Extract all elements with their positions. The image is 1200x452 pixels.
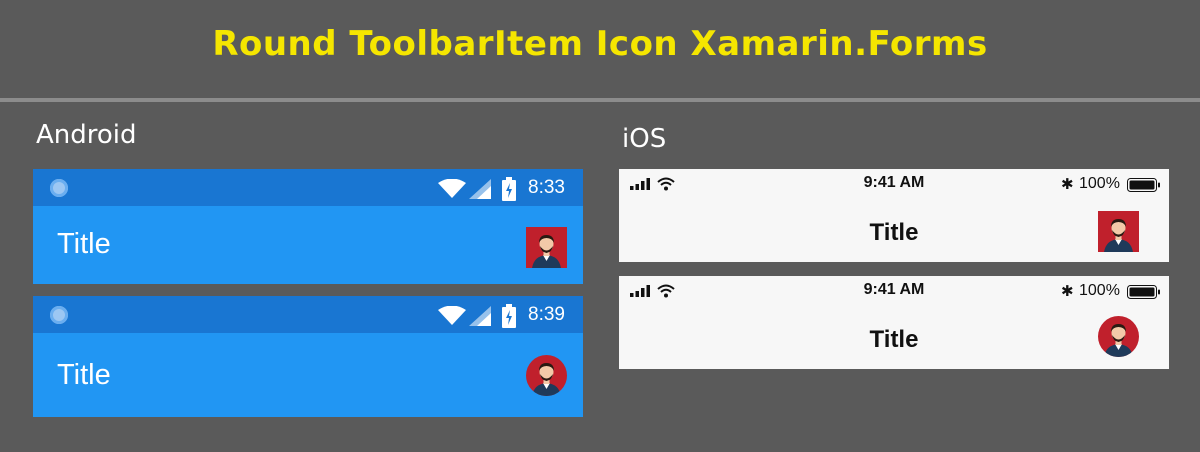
bluetooth-icon: ✱ — [1061, 176, 1074, 193]
bluetooth-icon: ✱ — [1061, 283, 1074, 300]
battery-icon — [502, 177, 516, 201]
ios-screen-round: 9:41 AM ✱ 100% Title — [619, 276, 1169, 369]
divider — [0, 98, 1200, 102]
status-time: 8:39 — [528, 304, 565, 325]
toolbar-item-avatar-icon[interactable] — [526, 227, 567, 268]
status-time: 8:33 — [528, 177, 565, 198]
battery-percent: 100% — [1079, 282, 1120, 299]
wifi-icon — [438, 179, 466, 198]
battery-percent: 100% — [1079, 175, 1120, 192]
android-status-bar: 8:33 — [33, 169, 583, 206]
notification-icon — [50, 179, 68, 197]
toolbar-title: Title — [57, 359, 111, 391]
nav-title: Title — [869, 219, 919, 246]
battery-icon — [1127, 285, 1160, 299]
toolbar-item-avatar-icon[interactable] — [1098, 211, 1139, 252]
toolbar-item-avatar-icon[interactable] — [526, 355, 567, 396]
ios-screen-square: 9:41 AM ✱ 100% Title — [619, 169, 1169, 262]
toolbar-title: Title — [57, 228, 111, 260]
toolbar-item-avatar-icon[interactable] — [1098, 316, 1139, 357]
ios-label: iOS — [622, 124, 667, 154]
battery-icon — [1127, 178, 1160, 192]
wifi-icon — [438, 306, 466, 325]
signal-icon — [469, 306, 491, 326]
android-label: Android — [36, 120, 137, 150]
android-screen-round: 8:39 Title — [33, 296, 583, 417]
nav-title: Title — [869, 326, 919, 353]
page-title: Round ToolbarItem Icon Xamarin.Forms — [212, 24, 988, 64]
android-status-bar: 8:39 — [33, 296, 583, 333]
notification-icon — [50, 306, 68, 324]
android-screen-square: 8:33 Title — [33, 169, 583, 284]
signal-icon — [469, 179, 491, 199]
battery-icon — [502, 304, 516, 328]
